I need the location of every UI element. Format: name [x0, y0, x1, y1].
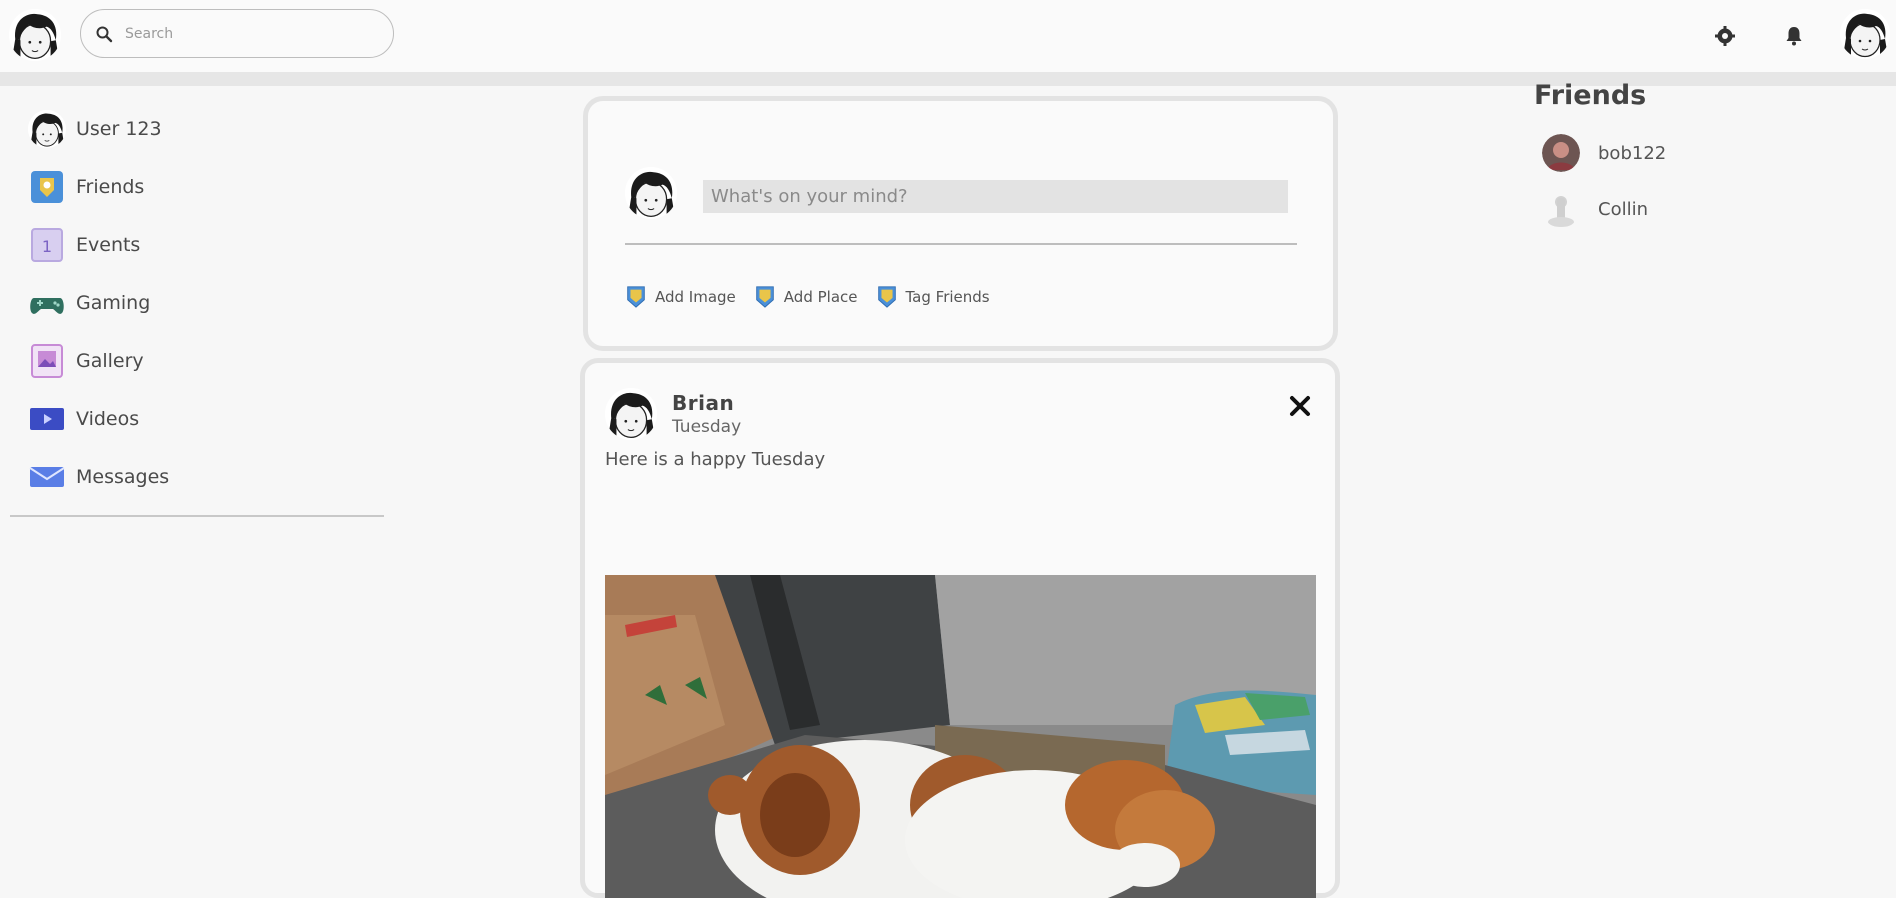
post-author[interactable]: Brian	[672, 391, 734, 415]
top-bar	[0, 0, 1896, 72]
close-icon[interactable]	[1287, 393, 1313, 419]
post-date: Tuesday	[672, 417, 742, 437]
gallery-icon	[28, 342, 66, 380]
add-place-button[interactable]: Add Place	[754, 285, 858, 309]
friend-item[interactable]: bob122	[1534, 125, 1874, 181]
sidebar-item-messages[interactable]: Messages	[28, 448, 388, 506]
composer-divider	[625, 243, 1297, 245]
logo-avatar[interactable]	[9, 9, 61, 61]
add-image-button[interactable]: Add Image	[625, 285, 736, 309]
sidebar: User 123 Friends 1 Events Gaming Gallery…	[28, 100, 388, 506]
gamepad-icon	[28, 284, 66, 322]
add-image-icon	[625, 285, 647, 309]
friends-panel: Friends bob122 Collin	[1534, 80, 1874, 237]
friend-name: Collin	[1598, 198, 1648, 220]
friend-item[interactable]: Collin	[1534, 181, 1874, 237]
post-photo[interactable]	[605, 575, 1316, 898]
sidebar-item-videos[interactable]: Videos	[28, 390, 388, 448]
friends-title: Friends	[1534, 80, 1647, 111]
friend-avatar	[1542, 190, 1580, 228]
action-label: Tag Friends	[905, 288, 990, 306]
status-input[interactable]	[703, 180, 1288, 213]
profile-avatar[interactable]	[1840, 9, 1890, 59]
user-avatar-icon	[28, 110, 66, 148]
tag-friends-button[interactable]: Tag Friends	[876, 285, 990, 309]
sidebar-item-label: Events	[76, 234, 141, 256]
svg-text:1: 1	[42, 237, 52, 256]
action-label: Add Image	[655, 288, 736, 306]
sidebar-item-label: Messages	[76, 466, 170, 488]
sidebar-item-label: Gallery	[76, 350, 144, 372]
friends-icon	[28, 168, 66, 206]
messages-icon	[28, 458, 66, 496]
sidebar-item-label: Videos	[76, 408, 140, 430]
post-composer: Add Image Add Place Tag Friends	[583, 96, 1338, 351]
events-icon: 1	[28, 226, 66, 264]
friend-name: bob122	[1598, 142, 1667, 164]
search-icon	[95, 25, 113, 43]
post-card: Brian Tuesday Here is a happy Tuesday	[580, 358, 1340, 898]
bell-icon[interactable]	[1782, 24, 1806, 48]
sidebar-item-label: User 123	[76, 118, 162, 140]
video-icon	[28, 400, 66, 438]
composer-avatar	[625, 167, 677, 219]
friend-avatar	[1542, 134, 1580, 172]
composer-actions: Add Image Add Place Tag Friends	[625, 285, 1008, 309]
sidebar-item-gallery[interactable]: Gallery	[28, 332, 388, 390]
sidebar-item-friends[interactable]: Friends	[28, 158, 388, 216]
post-author-avatar[interactable]	[605, 388, 657, 440]
search-input[interactable]	[125, 25, 355, 42]
sidebar-divider	[10, 515, 384, 517]
action-label: Add Place	[783, 288, 858, 306]
tag-friends-icon	[876, 285, 898, 309]
add-place-icon	[754, 285, 776, 309]
sidebar-item-user[interactable]: User 123	[28, 100, 388, 158]
sidebar-item-events[interactable]: 1 Events	[28, 216, 388, 274]
gear-icon[interactable]	[1713, 24, 1737, 48]
sidebar-item-label: Gaming	[76, 292, 151, 314]
search-bar[interactable]	[80, 9, 394, 58]
sidebar-item-label: Friends	[76, 176, 145, 198]
sidebar-item-gaming[interactable]: Gaming	[28, 274, 388, 332]
post-text: Here is a happy Tuesday	[605, 449, 826, 470]
